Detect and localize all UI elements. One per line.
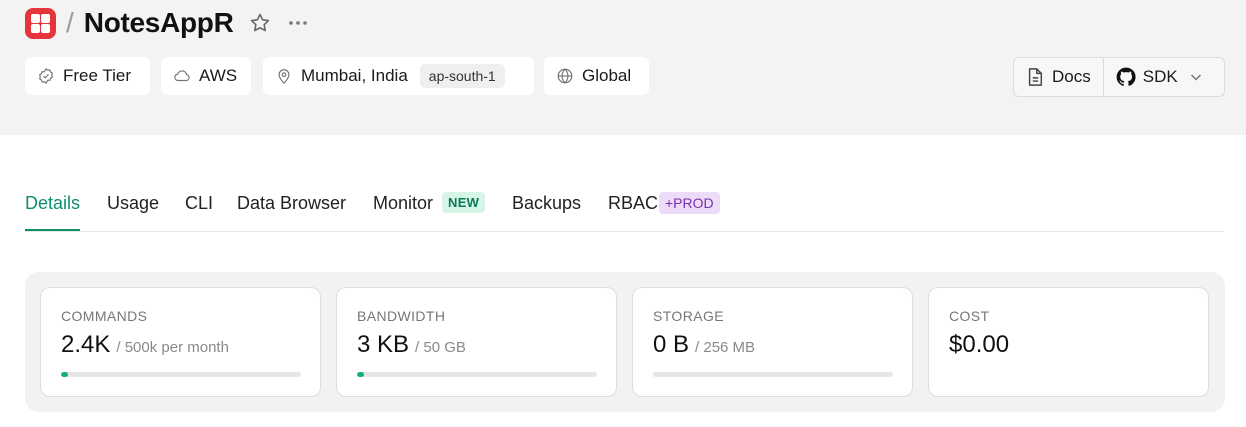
tab-label: CLI <box>185 193 214 213</box>
stat-value: 0 B <box>653 331 690 358</box>
tab-rbac[interactable]: RBAC <box>608 193 658 231</box>
cloud-icon <box>174 70 190 82</box>
app-logo-icon <box>25 7 56 39</box>
tab-label: Details <box>25 193 81 213</box>
tab-label: Data Browser <box>237 193 347 213</box>
tab-label: RBAC <box>608 193 659 213</box>
stat-label: COMMANDS <box>61 308 148 324</box>
prod-badge: +PROD <box>659 192 720 214</box>
progress-fill <box>357 372 365 377</box>
region-code-badge: ap-south-1 <box>419 64 505 88</box>
stat-card-cost: COST $0.00 <box>928 287 1209 397</box>
tab-monitor[interactable]: Monitor <box>373 193 433 231</box>
region-tag[interactable]: Mumbai, India ap-south-1 <box>263 57 534 95</box>
scope-label: Global <box>582 66 632 85</box>
star-icon[interactable] <box>248 11 272 35</box>
docs-button[interactable]: Docs <box>1014 58 1104 96</box>
tab-data-browser[interactable]: Data Browser <box>237 193 346 231</box>
stat-value: 2.4K <box>61 331 111 358</box>
tab-details[interactable]: Details <box>25 193 81 231</box>
provider-label: AWS <box>199 66 238 85</box>
stat-label: BANDWIDTH <box>357 308 446 324</box>
stat-label: COST <box>949 308 990 324</box>
stat-limit: / 500k per month <box>116 339 229 356</box>
tab-label: Usage <box>107 193 160 213</box>
provider-tag[interactable]: AWS <box>161 57 251 95</box>
tab-label: Monitor <box>373 193 434 213</box>
tab-bar: Details Usage CLI Data Browser Monitor N… <box>25 180 1224 232</box>
tab-usage[interactable]: Usage <box>107 193 159 231</box>
region-label: Mumbai, India <box>301 66 408 85</box>
globe-icon <box>557 68 573 84</box>
github-icon <box>1116 67 1136 86</box>
map-pin-icon <box>278 69 290 84</box>
progress-fill <box>61 372 69 377</box>
tab-backups[interactable]: Backups <box>512 193 581 231</box>
badge-check-icon <box>38 67 54 85</box>
tab-label: Backups <box>512 193 582 213</box>
stat-limit: / 50 GB <box>415 339 466 356</box>
progress-bar <box>357 372 597 377</box>
stat-limit: / 256 MB <box>695 339 756 356</box>
document-icon <box>1028 68 1043 86</box>
breadcrumb-separator: / <box>66 7 74 38</box>
header: / NotesAppR Free Tier AWS Mumbai, India … <box>0 0 1246 135</box>
tab-cli[interactable]: CLI <box>185 193 213 231</box>
usage-stats-panel: COMMANDS 2.4K / 500k per month BANDWIDTH… <box>25 272 1225 412</box>
stat-value: 3 KB <box>357 331 410 358</box>
new-badge: NEW <box>442 192 486 213</box>
scope-tag[interactable]: Global <box>544 57 649 95</box>
stat-card-bandwidth: BANDWIDTH 3 KB / 50 GB <box>336 287 617 397</box>
docs-sdk-group: Docs SDK <box>1013 57 1225 97</box>
chevron-down-icon <box>1190 74 1201 81</box>
more-options-icon[interactable] <box>286 11 310 35</box>
title-row: / NotesAppR <box>25 6 310 40</box>
stat-value: $0.00 <box>949 331 1010 358</box>
progress-bar <box>653 372 893 377</box>
progress-bar <box>61 372 301 377</box>
stat-label: STORAGE <box>653 308 725 324</box>
tier-label: Free Tier <box>63 66 132 85</box>
sdk-dropdown[interactable]: SDK <box>1104 58 1216 96</box>
sdk-label: SDK <box>1142 67 1178 86</box>
app-name: NotesAppR <box>83 7 234 38</box>
stat-card-storage: STORAGE 0 B / 256 MB <box>632 287 913 397</box>
stat-card-commands: COMMANDS 2.4K / 500k per month <box>40 287 321 397</box>
tier-tag[interactable]: Free Tier <box>25 57 150 95</box>
docs-label: Docs <box>1052 67 1091 86</box>
